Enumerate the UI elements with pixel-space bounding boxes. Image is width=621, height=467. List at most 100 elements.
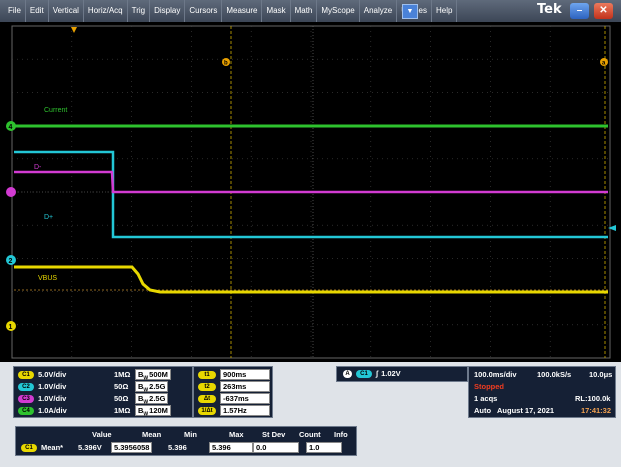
measurement-stdev: 0.0	[253, 442, 299, 453]
measurement-value: 5.396V	[78, 443, 102, 452]
readout-panel: C1 5.0V/div 1MΩ BW500M C2 1.0V/div 50Ω BW2.5G C3…	[0, 362, 621, 467]
ch1-ground-marker: 1	[6, 321, 16, 331]
measurement-name: Mean*	[41, 443, 64, 452]
acquisition-count: 1 acqs	[474, 394, 498, 403]
menu-dropdown-button[interactable]: ▼	[402, 4, 418, 19]
sample-rate: 100.0kS/s	[537, 370, 572, 379]
menu-analyze[interactable]: Analyze	[360, 0, 398, 22]
bandwidth-box: BW120M	[135, 405, 171, 418]
ch4-ground-marker: 4	[6, 121, 16, 131]
measurement-count: 1.0	[306, 442, 342, 453]
cursor-value: 1.57Hz	[220, 405, 270, 416]
channel-scale: 1.0A/div	[38, 406, 67, 415]
menu-bar: File Edit Vertical Horiz/Acq Trig Display Curs…	[0, 0, 621, 23]
menu-trig[interactable]: Trig	[128, 0, 151, 22]
date-readout: August 17, 2021	[497, 406, 555, 415]
channel-row-c4: C4 1.0A/div	[18, 405, 67, 416]
svg-text:4: 4	[9, 124, 13, 131]
waveform-c2-dminus	[14, 150, 608, 239]
cursor-value: 900ms	[220, 369, 270, 380]
channel-badge-c2[interactable]: C2	[18, 382, 34, 391]
waveform-display[interactable]: Current D- D+ VBUS 4 2 1 b a	[0, 22, 621, 362]
trigger-panel[interactable]: A C1 ∫ 1.02V	[336, 366, 468, 382]
menu-help[interactable]: Help	[432, 0, 458, 22]
menu-items: File Edit Vertical Horiz/Acq Trig Display Curs…	[4, 0, 458, 22]
resolution: 10.0μs	[589, 370, 613, 379]
label-vbus: VBUS	[38, 275, 57, 282]
channel-bandwidth: BW120M	[135, 405, 171, 418]
ch2-ground-marker: 2	[6, 255, 16, 265]
channel-impedance: 50Ω	[114, 382, 129, 391]
waveform-c1-vbus	[14, 265, 608, 294]
bandwidth-value: 2.5G	[149, 382, 166, 391]
ch2-offscreen-arrow	[608, 225, 616, 231]
channel-scale: 1.0V/div	[38, 394, 67, 403]
menu-myscope[interactable]: MyScope	[317, 0, 360, 22]
ch3-ground-marker	[6, 187, 16, 197]
menu-math[interactable]: Math	[291, 0, 318, 22]
timebase-panel[interactable]: 100.0ms/div 100.0kS/s 10.0μs Stopped 1 a…	[468, 366, 616, 418]
trigger-letter: A	[343, 369, 352, 378]
label-dplus: D+	[44, 214, 53, 221]
measurement-channel-badge: C1	[21, 443, 37, 452]
cursor-label: t1	[198, 370, 216, 379]
channel-impedance: 50Ω	[114, 394, 129, 403]
menu-vertical[interactable]: Vertical	[49, 0, 84, 22]
measurement-header: Info	[334, 430, 348, 439]
channel-badge-c4[interactable]: C4	[18, 406, 34, 415]
minimize-button[interactable]: –	[570, 3, 589, 19]
close-button[interactable]: ✕	[594, 3, 613, 19]
trigger-position-marker	[71, 27, 77, 33]
tek-logo: Tek	[537, 2, 562, 17]
channel-badge-c1[interactable]: C1	[18, 370, 34, 379]
channel-scale: 5.0V/div	[38, 370, 67, 379]
menu-horiz-acq[interactable]: Horiz/Acq	[84, 0, 128, 22]
cursor-row: t1 900ms	[198, 369, 270, 380]
cursor-a-tag: a	[600, 58, 608, 67]
svg-text:1: 1	[9, 324, 13, 331]
menu-cursors[interactable]: Cursors	[185, 0, 223, 22]
measurement-header: Mean	[142, 430, 162, 439]
channel-settings-panel[interactable]: C1 5.0V/div 1MΩ BW500M C2 1.0V/div 50Ω BW2.5G C3…	[13, 366, 193, 418]
menu-edit[interactable]: Edit	[26, 0, 49, 22]
cursor-label: Δt	[198, 394, 216, 403]
cursor-value: 263ms	[220, 381, 270, 392]
channel-impedance: 1MΩ	[114, 406, 131, 415]
cursor-row: Δt -637ms	[198, 393, 270, 404]
cursor-readout-panel[interactable]: t1 900ms t2 263ms Δt -637ms 1/Δt 1.57Hz	[193, 366, 273, 418]
channel-row-c3: C3 1.0V/div	[18, 393, 66, 404]
label-dminus: D-	[34, 164, 42, 171]
acquisition-state: Stopped	[474, 382, 504, 391]
bandwidth-box: BW2.5G	[135, 393, 169, 406]
label-current: Current	[44, 107, 67, 114]
channel-bandwidth: BW2.5G	[135, 381, 169, 394]
menu-measure[interactable]: Measure	[222, 0, 263, 22]
time-readout: 17:41:32	[581, 406, 612, 415]
measurement-mean: 5.3956058	[111, 442, 153, 453]
channel-row-c1: C1 5.0V/div	[18, 369, 66, 380]
channel-bandwidth: BW500M	[135, 369, 171, 382]
menu-file[interactable]: File	[4, 0, 26, 22]
menu-display[interactable]: Display	[150, 0, 186, 22]
channel-badge-c3[interactable]: C3	[18, 394, 34, 403]
measurement-max: 5.396	[209, 442, 253, 453]
channel-impedance: 1MΩ	[114, 370, 131, 379]
measurement-header: Max	[229, 430, 244, 439]
cursor-b-tag: b	[222, 58, 230, 67]
cursor-label: 1/Δt	[198, 406, 216, 415]
measurement-header: Min	[184, 430, 197, 439]
cursor-value: -637ms	[220, 393, 270, 404]
trigger-readout: A C1 ∫ 1.02V	[343, 368, 401, 379]
record-length: RL:100.0k	[575, 394, 611, 403]
menu-mask[interactable]: Mask	[262, 0, 291, 22]
cursor-label: t2	[198, 382, 216, 391]
horizontal-scale: 100.0ms/div	[474, 370, 517, 379]
measurement-header: Value	[92, 430, 112, 439]
trigger-source-badge: C1	[356, 369, 372, 378]
measurement-header: St Dev	[262, 430, 286, 439]
measurement-header: Count	[299, 430, 321, 439]
trigger-slope-icon: ∫	[376, 369, 379, 378]
bandwidth-sub: W	[143, 411, 149, 418]
measurement-row[interactable]: C1 Mean*	[21, 442, 63, 453]
measurement-panel[interactable]: Value Mean Min Max St Dev Count Info C1 Mean* …	[15, 426, 357, 456]
